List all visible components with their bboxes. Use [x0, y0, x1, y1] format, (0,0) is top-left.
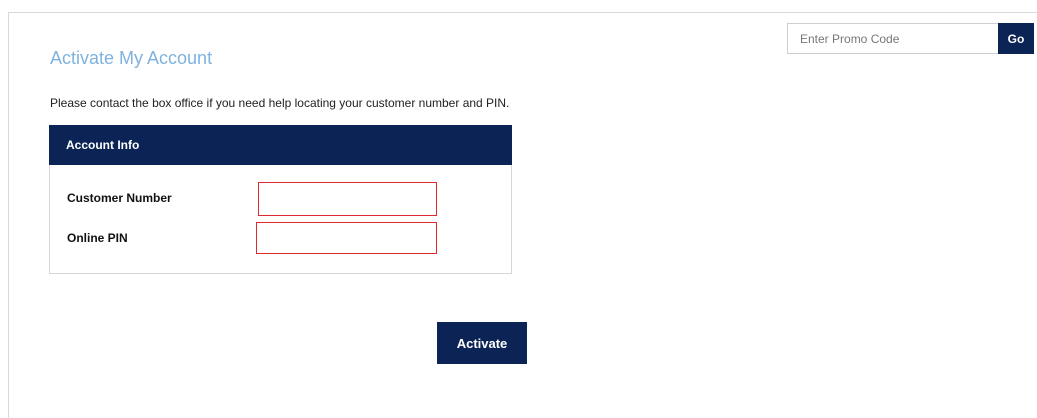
customer-number-label: Customer Number	[67, 191, 172, 205]
online-pin-field[interactable]	[256, 222, 437, 254]
promo-go-button[interactable]: Go	[998, 23, 1034, 54]
account-info-panel: Account Info Customer Number Online PIN	[49, 125, 512, 274]
panel-header: Account Info	[49, 125, 512, 165]
activate-button[interactable]: Activate	[437, 322, 527, 364]
promo-code-input[interactable]	[787, 23, 999, 54]
frame-left-border	[8, 12, 9, 418]
customer-number-field[interactable]	[258, 182, 437, 216]
page-title: Activate My Account	[50, 48, 213, 68]
help-text: Please contact the box office if you nee…	[50, 96, 510, 110]
online-pin-label: Online PIN	[67, 231, 128, 245]
frame-top-border	[8, 12, 1037, 13]
